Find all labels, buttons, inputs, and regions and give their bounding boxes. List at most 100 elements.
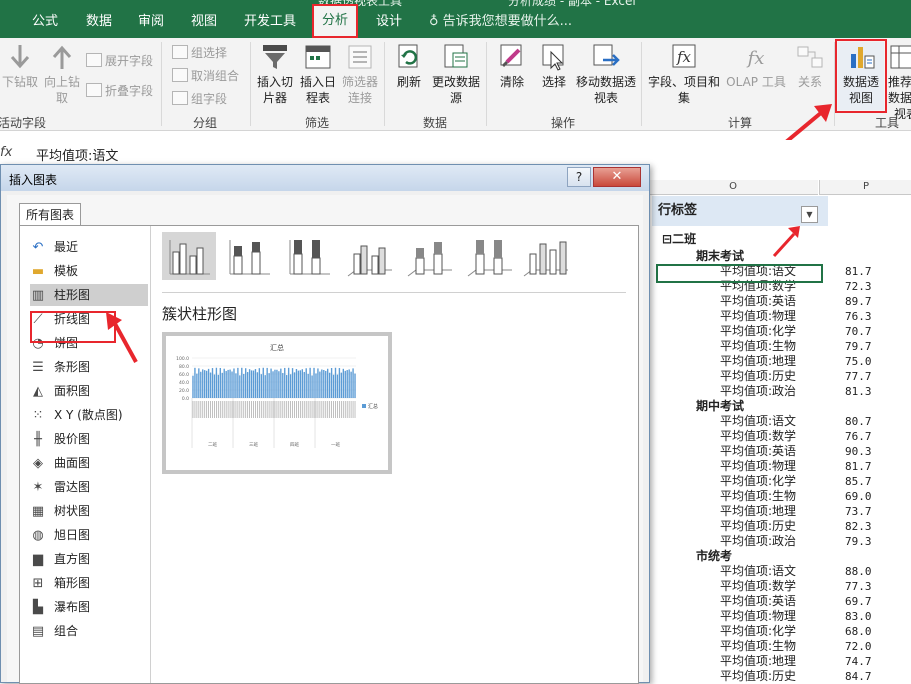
percent-stacked-column-thumb[interactable] xyxy=(282,232,336,280)
pivot-row-value: 85.7 xyxy=(845,475,872,488)
3d-percent-column-thumb[interactable] xyxy=(462,232,516,280)
tab-analyze[interactable]: 分析 xyxy=(312,4,359,38)
pivot-data-row[interactable]: 平均值项:地理 75.0 xyxy=(720,354,910,369)
pivot-group-row[interactable]: ⊟二班 xyxy=(662,232,696,247)
preview-bar xyxy=(254,369,257,398)
chart-type-scatter[interactable]: ⁙ X Y (散点图) xyxy=(30,404,148,426)
change-data-source-button[interactable]: 更改数据源 xyxy=(430,42,482,106)
pivot-section-row[interactable]: 市统考 xyxy=(696,549,732,564)
pivot-data-row[interactable]: 平均值项:英语 69.7 xyxy=(720,594,910,609)
stacked-column-thumb[interactable] xyxy=(222,232,276,280)
pivot-data-row[interactable]: 平均值项:地理 74.7 xyxy=(720,654,910,669)
pivot-section-row[interactable]: 期中考试 xyxy=(696,399,744,414)
chart-type-recent[interactable]: ↶ 最近 xyxy=(30,236,148,258)
chart-type-stock[interactable]: ╫ 股价图 xyxy=(30,428,148,450)
drill-down-button[interactable]: 下钻取 xyxy=(0,42,40,90)
3d-clustered-column-thumb[interactable] xyxy=(342,232,396,280)
pivot-chart-button[interactable]: 数据透视图 xyxy=(835,39,887,113)
pivot-data-row[interactable]: 平均值项:历史 82.3 xyxy=(720,519,910,534)
group-selection-button[interactable]: 组选择 xyxy=(172,44,227,62)
olap-tools-button[interactable]: fx OLAP 工具 xyxy=(724,42,788,90)
pivot-data-row[interactable]: 平均值项:历史 84.7 xyxy=(720,669,910,684)
tab-formulas[interactable]: 公式 xyxy=(32,10,58,29)
pivot-data-row[interactable]: 平均值项:历史 77.7 xyxy=(720,369,910,384)
pivot-data-row[interactable]: 平均值项:数学 77.3 xyxy=(720,579,910,594)
select-button[interactable]: 选择 xyxy=(536,42,572,90)
preview-group-label: 三班 xyxy=(249,441,258,448)
expand-field-button[interactable]: 展开字段 xyxy=(86,52,153,70)
preview-bar xyxy=(344,370,346,398)
clustered-column-thumb[interactable] xyxy=(162,232,216,280)
formula-input[interactable]: 平均值项:语文 xyxy=(36,145,118,164)
tell-me-box[interactable]: ♁ 告诉我您想要做什么... xyxy=(429,10,572,29)
pivot-data-row[interactable]: 平均值项:化学 70.7 xyxy=(720,324,910,339)
preview-bar xyxy=(287,367,290,398)
tab-view[interactable]: 视图 xyxy=(191,10,217,29)
chart-type-waterfall[interactable]: ▙ 瀑布图 xyxy=(30,596,148,618)
folder-icon: ▬ xyxy=(31,264,45,279)
pivot-data-row[interactable]: 平均值项:英语 89.7 xyxy=(720,294,910,309)
chart-type-surface[interactable]: ◈ 曲面图 xyxy=(30,452,148,474)
chart-type-radar[interactable]: ✶ 雷达图 xyxy=(30,476,148,498)
refresh-button[interactable]: 刷新 xyxy=(392,42,426,90)
pivot-data-row[interactable]: 平均值项:生物 69.0 xyxy=(720,489,910,504)
pivot-data-row[interactable]: 平均值项:物理 76.3 xyxy=(720,309,910,324)
column-header-o[interactable]: O xyxy=(648,180,818,195)
ungroup-button[interactable]: 取消组合 xyxy=(172,67,239,85)
tab-data[interactable]: 数据 xyxy=(86,10,112,29)
tab-all-charts[interactable]: 所有图表 xyxy=(19,203,82,226)
preview-bar xyxy=(248,369,251,398)
pivot-data-row[interactable]: 平均值项:语文 80.7 xyxy=(720,414,910,429)
collapse-field-button[interactable]: 折叠字段 xyxy=(86,82,153,100)
pivot-data-row[interactable]: 平均值项:物理 83.0 xyxy=(720,609,910,624)
pivot-data-row[interactable]: 平均值项:生物 72.0 xyxy=(720,639,910,654)
tab-developer[interactable]: 开发工具 xyxy=(244,10,296,29)
fields-items-sets-button[interactable]: fx 字段、项目和集 xyxy=(646,42,722,106)
chart-type-sunburst[interactable]: ◍ 旭日图 xyxy=(30,524,148,546)
group-label-actions: 操作 xyxy=(551,116,576,130)
pivot-data-row[interactable]: 平均值项:语文 88.0 xyxy=(720,564,910,579)
move-pivot-button[interactable]: 移动数据透视表 xyxy=(576,42,636,106)
clear-button[interactable]: 清除 xyxy=(494,42,530,90)
pivot-row-value: 72.3 xyxy=(845,280,872,293)
column-header-p[interactable]: P xyxy=(819,180,911,195)
3d-stacked-column-thumb[interactable] xyxy=(402,232,456,280)
pivot-data-row[interactable]: 平均值项:化学 85.7 xyxy=(720,474,910,489)
up-arrow-icon xyxy=(52,45,72,69)
relationships-button[interactable]: 关系 xyxy=(790,42,830,90)
chart-type-histogram[interactable]: ▆ 直方图 xyxy=(30,548,148,570)
filter-connections-button[interactable]: 筛选器连接 xyxy=(340,42,380,106)
pivot-data-row[interactable]: 平均值项:物理 81.7 xyxy=(720,459,910,474)
chart-type-folder[interactable]: ▬ 模板 xyxy=(30,260,148,282)
chart-type-area[interactable]: ◭ 面积图 xyxy=(30,380,148,402)
insert-slicer-button[interactable]: 插入切片器 xyxy=(254,42,296,106)
pivot-row-label: 平均值项:化学 xyxy=(720,624,797,638)
pivot-section-row[interactable]: 期末考试 xyxy=(696,249,744,264)
pivot-data-row[interactable]: 平均值项:地理 73.7 xyxy=(720,504,910,519)
pivot-data-row[interactable]: 平均值项:化学 68.0 xyxy=(720,624,910,639)
chart-type-combo[interactable]: ▤ 组合 xyxy=(30,620,148,642)
help-button[interactable]: ? xyxy=(567,167,591,187)
tab-design[interactable]: 设计 xyxy=(376,10,402,29)
close-button[interactable]: ✕ xyxy=(593,167,641,187)
pivot-data-row[interactable]: 平均值项:数学 76.7 xyxy=(720,429,910,444)
filter-dropdown-button[interactable]: ▼ xyxy=(801,206,818,223)
chart-preview[interactable]: 汇总 100.0 80.0 60.0 40.0 20.0 0.0 二班 三班 四班 一班 汇总 xyxy=(162,332,392,474)
chart-type-treemap[interactable]: ▦ 树状图 xyxy=(30,500,148,522)
insert-timeline-button[interactable]: 插入日程表 xyxy=(298,42,338,106)
group-field-button[interactable]: 组字段 xyxy=(172,90,227,108)
pivot-data-row[interactable]: 平均值项:政治 81.3 xyxy=(720,384,910,399)
fx-icon[interactable]: fx xyxy=(0,145,12,160)
pivot-data-row[interactable]: 平均值项:英语 90.3 xyxy=(720,444,910,459)
chart-type-box[interactable]: ⊞ 箱形图 xyxy=(30,572,148,594)
collapse-icon[interactable]: ⊟ xyxy=(662,232,672,246)
pivot-data-row[interactable]: 平均值项:政治 79.3 xyxy=(720,534,910,549)
3d-column-thumb[interactable] xyxy=(518,232,572,280)
pivot-data-row[interactable]: 平均值项:生物 79.7 xyxy=(720,339,910,354)
preview-legend-swatch xyxy=(362,404,366,408)
tab-review[interactable]: 审阅 xyxy=(138,10,164,29)
preview-bar xyxy=(215,367,218,398)
recommended-pivot-button[interactable]: 推荐的数据透视表 xyxy=(886,42,911,122)
preview-bar xyxy=(243,373,245,398)
drill-up-button[interactable]: 向上钻取 xyxy=(40,42,84,106)
